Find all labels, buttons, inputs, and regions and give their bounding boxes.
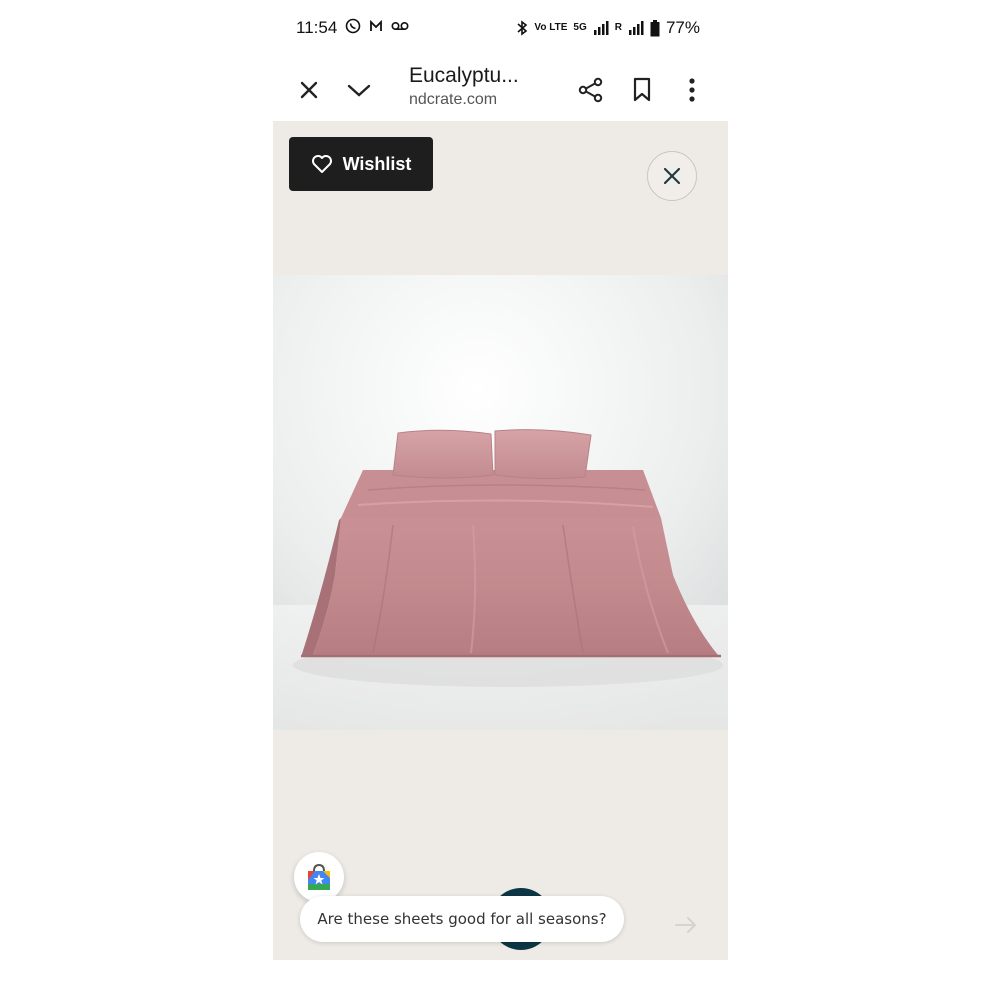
- phone-screen: 11:54 Vo LTE 5G R 77% Eucalyptu... ndcra…: [273, 0, 728, 960]
- system-icons: Vo LTE 5G R 77%: [516, 18, 700, 38]
- page-title-area[interactable]: Eucalyptu... ndcrate.com: [409, 64, 559, 109]
- battery-icon: [650, 19, 660, 36]
- battery-percent: 77%: [665, 18, 700, 37]
- gmail-icon: [370, 19, 382, 31]
- status-time: 11:54: [296, 18, 338, 37]
- bookmark-button[interactable]: [622, 70, 662, 110]
- browser-toolbar: Eucalyptu... ndcrate.com: [273, 56, 728, 121]
- shopping-bag-icon: [308, 863, 330, 890]
- minimize-button[interactable]: [339, 70, 379, 110]
- roaming-indicator: R: [614, 22, 622, 33]
- notification-icons: [345, 18, 409, 34]
- page-url: ndcrate.com: [409, 91, 498, 108]
- close-tab-button[interactable]: [289, 70, 329, 110]
- volte-indicator: Vo LTE: [534, 22, 568, 33]
- voicemail-icon: [391, 21, 409, 31]
- wishlist-button[interactable]: Wishlist: [289, 137, 433, 191]
- close-icon: [663, 167, 681, 185]
- more-vert-icon: [689, 78, 695, 102]
- more-options-button[interactable]: [672, 70, 712, 110]
- page-content: Wishlist Are these sheets good for all s…: [273, 121, 728, 960]
- network-type: 5G: [573, 22, 587, 33]
- arrow-right-icon[interactable]: [674, 913, 698, 937]
- bluetooth-icon: [517, 20, 528, 36]
- status-bar: 11:54 Vo LTE 5G R 77%: [273, 0, 728, 56]
- suggestion-text: Are these sheets good for all seasons?: [317, 910, 607, 928]
- shopping-assistant-button[interactable]: [294, 852, 344, 902]
- bed-top: [341, 470, 661, 518]
- wishlist-label: Wishlist: [342, 153, 412, 174]
- signal-icon-2: [628, 21, 644, 35]
- close-image-button[interactable]: [647, 151, 697, 201]
- heart-icon: [311, 155, 332, 173]
- whatsapp-icon: [345, 18, 361, 34]
- bed-sheet: [313, 518, 718, 655]
- signal-icon: [593, 21, 609, 35]
- suggestion-chip[interactable]: Are these sheets good for all seasons?: [300, 896, 624, 942]
- close-icon: [300, 81, 318, 99]
- bookmark-icon: [633, 77, 651, 102]
- pillow-left: [392, 429, 494, 479]
- chevron-down-icon: [347, 84, 371, 97]
- share-button[interactable]: [571, 70, 611, 110]
- page-title: Eucalyptu...: [409, 64, 519, 87]
- pillow-right: [494, 429, 592, 480]
- product-image: [273, 275, 728, 730]
- share-icon: [578, 77, 603, 103]
